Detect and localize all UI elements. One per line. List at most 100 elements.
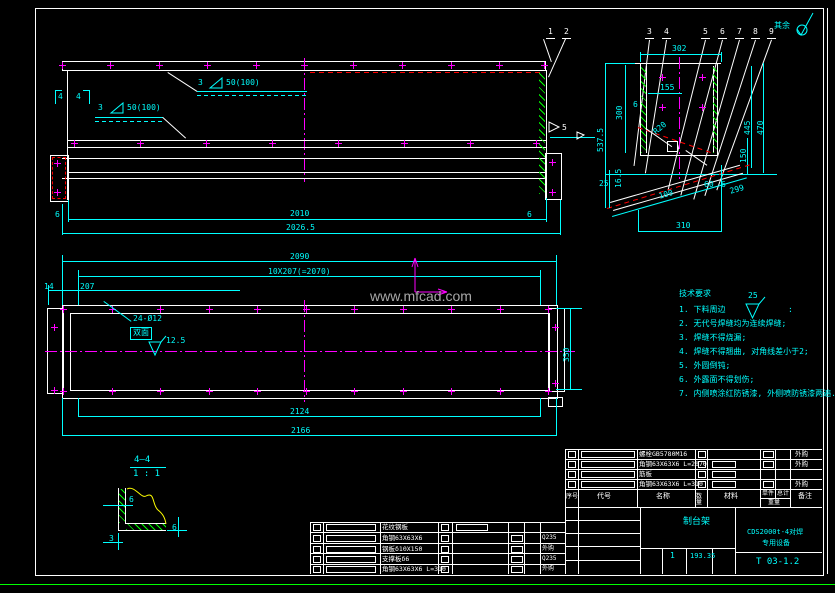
center-mark-icon	[400, 388, 407, 395]
vertical-centerline	[304, 58, 305, 182]
cell-placeholder	[326, 566, 376, 573]
center-mark-icon	[399, 62, 406, 69]
roughness-value: 25	[748, 292, 758, 301]
table-line	[565, 533, 640, 534]
weld-note-dashline	[95, 121, 163, 122]
cell-placeholder	[581, 471, 635, 478]
ext-line	[605, 63, 635, 64]
dim-line	[48, 290, 240, 291]
column-header: 材料	[724, 493, 738, 501]
ext-line	[178, 517, 179, 537]
ext-line	[605, 174, 777, 175]
weld-flag-line	[550, 137, 595, 138]
center-mark-icon	[204, 62, 211, 69]
cell-placeholder	[441, 566, 449, 573]
center-mark-icon	[54, 189, 61, 196]
table-line	[524, 522, 525, 574]
center-mark-icon	[60, 388, 67, 395]
center-mark-icon	[157, 306, 164, 313]
section-outline	[717, 63, 718, 155]
center-mark-icon	[59, 62, 66, 69]
section-cut-mark	[55, 90, 62, 91]
ext-line	[556, 389, 582, 390]
ext-line	[103, 505, 133, 506]
table-row-remark: 外购	[795, 461, 808, 468]
dim-text: 6	[633, 101, 638, 110]
weld-note-underline	[197, 91, 307, 92]
ext-line	[78, 398, 79, 417]
cell-placeholder	[698, 461, 706, 468]
cell-placeholder	[511, 546, 523, 553]
tech-req-title: 技术要求	[679, 290, 711, 299]
center-mark-icon	[303, 388, 310, 395]
ext-line	[556, 398, 557, 436]
cell-placeholder	[568, 481, 576, 488]
section-label: 4	[58, 93, 63, 102]
cell-placeholder	[568, 451, 576, 458]
table-line	[640, 548, 735, 549]
cell-placeholder	[326, 556, 376, 563]
cell-placeholder	[581, 481, 635, 488]
center-mark-icon	[401, 140, 408, 147]
dim-line	[763, 63, 764, 173]
table-row-remark: Q235	[542, 535, 556, 542]
column-header: 序号	[566, 494, 578, 501]
ext-line	[62, 204, 63, 235]
center-mark-icon	[497, 388, 504, 395]
table-row-name: 螺栓GB5780M16	[639, 451, 687, 458]
detail-underline	[130, 467, 166, 468]
table-row-remark: 外购	[542, 546, 554, 553]
dim-line	[751, 66, 752, 168]
dim-text: 300	[616, 106, 625, 120]
project-name-line1: CDS2000t-4对焊	[747, 529, 803, 537]
web-line	[62, 158, 546, 159]
section-cut-mark	[83, 90, 90, 91]
table-row-name: 角钢63X63X6 L=310	[639, 481, 703, 488]
quantity-value: 1	[670, 552, 675, 561]
tech-req-line: 3. 焊缝不得烧漏;	[679, 334, 746, 343]
tech-req-line: 2. 无代号焊缝均为连续焊缝;	[679, 320, 786, 329]
center-mark-icon	[400, 306, 407, 313]
table-line	[578, 449, 579, 507]
section-outline	[646, 66, 647, 153]
part-callout: 7	[737, 28, 742, 37]
section-cut-mark	[89, 90, 90, 104]
weld-flag-label: 5	[562, 124, 567, 133]
ext-line	[609, 170, 610, 208]
center-mark-icon	[351, 306, 358, 313]
center-mark-icon	[541, 62, 548, 69]
table-line	[565, 560, 640, 561]
center-mark-icon	[496, 62, 503, 69]
table-row-name: 角钢63X63X6 L=310	[382, 566, 446, 573]
dim-text: 2090	[290, 253, 309, 262]
section-outline	[633, 63, 721, 64]
center-mark-icon	[203, 140, 210, 147]
center-mark-icon	[157, 388, 164, 395]
web-line	[68, 172, 546, 173]
part-callout: 1	[548, 28, 553, 37]
table-line	[565, 449, 822, 450]
table-line	[565, 520, 640, 521]
dim-text: 6	[129, 496, 134, 505]
web-line	[62, 178, 546, 179]
cell-placeholder	[763, 481, 774, 488]
hidden-edge-line	[310, 72, 542, 73]
table-line	[310, 522, 311, 574]
table-line	[380, 522, 381, 574]
table-row-remark: 外购	[542, 566, 554, 573]
center-mark-icon	[206, 388, 213, 395]
part-callout: 2	[564, 28, 569, 37]
drawing-number: T 03-1.2	[756, 558, 799, 568]
ext-line	[62, 398, 63, 436]
center-mark-icon	[497, 306, 504, 313]
cell-placeholder	[441, 524, 449, 531]
center-mark-icon	[156, 62, 163, 69]
weld-note-dashline	[197, 95, 307, 96]
center-mark-icon	[699, 74, 706, 81]
weld-note-underline	[95, 117, 163, 118]
column-header: 单件	[762, 491, 774, 498]
ext-line	[556, 255, 557, 305]
center-mark-icon	[549, 159, 556, 166]
cell-placeholder	[511, 556, 523, 563]
horizontal-centerline	[45, 351, 575, 352]
